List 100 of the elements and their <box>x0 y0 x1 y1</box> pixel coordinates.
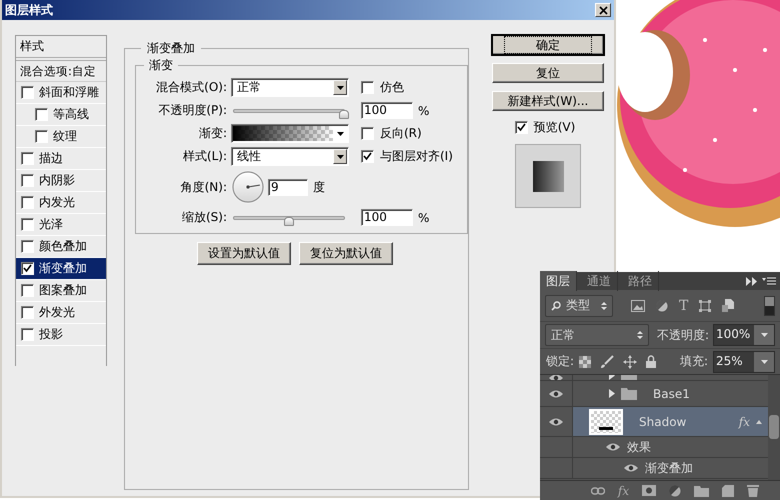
type-filter-icon[interactable]: T <box>679 298 688 314</box>
shape-filter-icon[interactable] <box>699 300 712 312</box>
style-item[interactable]: 纹理 <box>16 126 106 148</box>
style-label: 图案叠加 <box>39 282 87 299</box>
style-item[interactable]: 斜面和浮雕 <box>16 82 106 104</box>
slider-thumb[interactable] <box>339 110 349 118</box>
move-icon[interactable] <box>623 354 638 368</box>
style-label: 投影 <box>39 326 63 343</box>
checkbox[interactable] <box>21 240 34 253</box>
opacity-input[interactable]: 100 <box>361 102 413 119</box>
style-label: 等高线 <box>53 106 89 123</box>
layer-row[interactable]: 渐变叠加 <box>540 458 768 479</box>
default-button[interactable]: 复位为默认值 <box>299 242 393 265</box>
lock-label: 锁定: <box>546 353 574 370</box>
slider-thumb[interactable] <box>284 216 294 226</box>
checkbox[interactable] <box>361 150 374 163</box>
dialog-button[interactable]: 确定 <box>492 35 604 55</box>
checkbox[interactable] <box>21 86 34 99</box>
style-item[interactable]: 内阴影 <box>16 170 106 192</box>
eye-icon[interactable] <box>623 463 639 473</box>
filter-dropdown[interactable]: 类型 <box>545 294 613 316</box>
style-item[interactable]: 图案叠加 <box>16 280 106 302</box>
angle-dial[interactable] <box>232 171 264 203</box>
checkbox[interactable] <box>21 174 34 187</box>
blend-mode-dropdown[interactable]: 正常 <box>545 324 649 346</box>
panel-menu-icon[interactable] <box>762 276 776 286</box>
gradient-picker[interactable] <box>231 124 349 143</box>
new-layer-icon[interactable] <box>722 484 734 496</box>
style-item[interactable]: 渐变叠加 <box>16 258 106 280</box>
panel-tab[interactable]: 路径 <box>622 271 659 291</box>
layer-row[interactable] <box>540 375 768 381</box>
stepper-icon[interactable] <box>601 300 607 310</box>
checkbox[interactable] <box>21 306 34 319</box>
checkbox[interactable] <box>21 218 34 231</box>
close-button[interactable] <box>595 3 611 17</box>
lock-icon[interactable] <box>646 355 656 368</box>
style-item[interactable]: 等高线 <box>16 104 106 126</box>
trash-icon[interactable] <box>747 484 760 497</box>
layer-row[interactable]: Shadow fx <box>540 407 768 437</box>
style-label: 描边 <box>39 150 63 167</box>
unit-label: % <box>418 104 430 118</box>
eye-icon[interactable] <box>605 442 621 452</box>
blend-mode-dropdown[interactable]: 正常 <box>231 78 349 97</box>
layer-row[interactable]: 效果 <box>540 437 768 458</box>
field-label: 混合模式(O): <box>155 79 228 96</box>
style-item[interactable]: 光泽 <box>16 214 106 236</box>
link-icon[interactable] <box>590 486 605 494</box>
opacity-input[interactable]: 100% <box>713 324 775 346</box>
checkbox[interactable] <box>514 121 528 134</box>
mask-icon[interactable] <box>642 485 656 496</box>
style-dropdown[interactable]: 线性 <box>231 147 349 166</box>
panel-tab[interactable]: 图层 <box>540 271 577 291</box>
style-item[interactable]: 外发光 <box>16 302 106 324</box>
angle-input[interactable]: 9 <box>268 178 308 196</box>
dropdown-arrow-icon[interactable] <box>336 132 344 136</box>
style-label: 外发光 <box>39 304 75 321</box>
image-filter-icon[interactable] <box>631 300 645 312</box>
filter-toggle[interactable] <box>764 296 775 316</box>
adjustment-icon[interactable] <box>669 484 682 496</box>
scale-input[interactable]: 100 <box>361 209 413 226</box>
style-item[interactable]: 描边 <box>16 148 106 170</box>
checkbox[interactable] <box>21 284 34 297</box>
style-label: 纹理 <box>53 128 77 145</box>
dialog-button[interactable]: 新建样式(W)... <box>492 91 604 111</box>
checkbox[interactable] <box>35 108 48 121</box>
eye-icon[interactable] <box>548 388 564 398</box>
style-item[interactable]: 内发光 <box>16 192 106 214</box>
checkbox-label: 仿色 <box>380 79 404 96</box>
checkbox[interactable] <box>35 130 48 143</box>
search-icon <box>551 300 561 310</box>
checkbox[interactable] <box>21 262 34 275</box>
expand-icon[interactable] <box>746 276 758 286</box>
dropdown-arrow-icon[interactable] <box>336 86 344 90</box>
checkbox[interactable] <box>21 196 34 209</box>
dropdown-arrow-icon[interactable] <box>336 154 344 158</box>
dialog-button[interactable]: 复位 <box>492 63 604 83</box>
style-label: 渐变叠加 <box>39 260 87 277</box>
checkbox[interactable] <box>361 127 374 140</box>
checkerboard-icon[interactable] <box>579 356 592 368</box>
eye-icon[interactable] <box>548 416 564 426</box>
stepper-icon[interactable] <box>636 330 643 340</box>
scrollbar[interactable] <box>768 375 780 480</box>
close-icon[interactable] <box>598 6 608 14</box>
default-button[interactable]: 设置为默认值 <box>197 242 291 265</box>
brush-icon[interactable] <box>600 354 614 368</box>
fill-input[interactable]: 25% <box>713 350 775 372</box>
checkbox[interactable] <box>21 152 34 165</box>
blending-options-item[interactable]: 混合选项:自定 <box>16 60 106 82</box>
styles-header[interactable]: 样式 <box>16 36 106 58</box>
panel-tab[interactable]: 通道 <box>581 271 618 291</box>
collapse-arrow-icon[interactable] <box>756 420 762 424</box>
folder-icon[interactable] <box>694 484 710 496</box>
style-item[interactable]: 投影 <box>16 324 106 346</box>
folder-icon <box>621 387 637 400</box>
adjustment-filter-icon[interactable] <box>656 300 668 312</box>
checkbox[interactable] <box>21 328 34 341</box>
document-filter-icon[interactable] <box>722 299 734 312</box>
checkbox[interactable] <box>361 81 374 94</box>
style-label: 光泽 <box>39 216 63 233</box>
layer-thumbnail <box>589 408 623 434</box>
